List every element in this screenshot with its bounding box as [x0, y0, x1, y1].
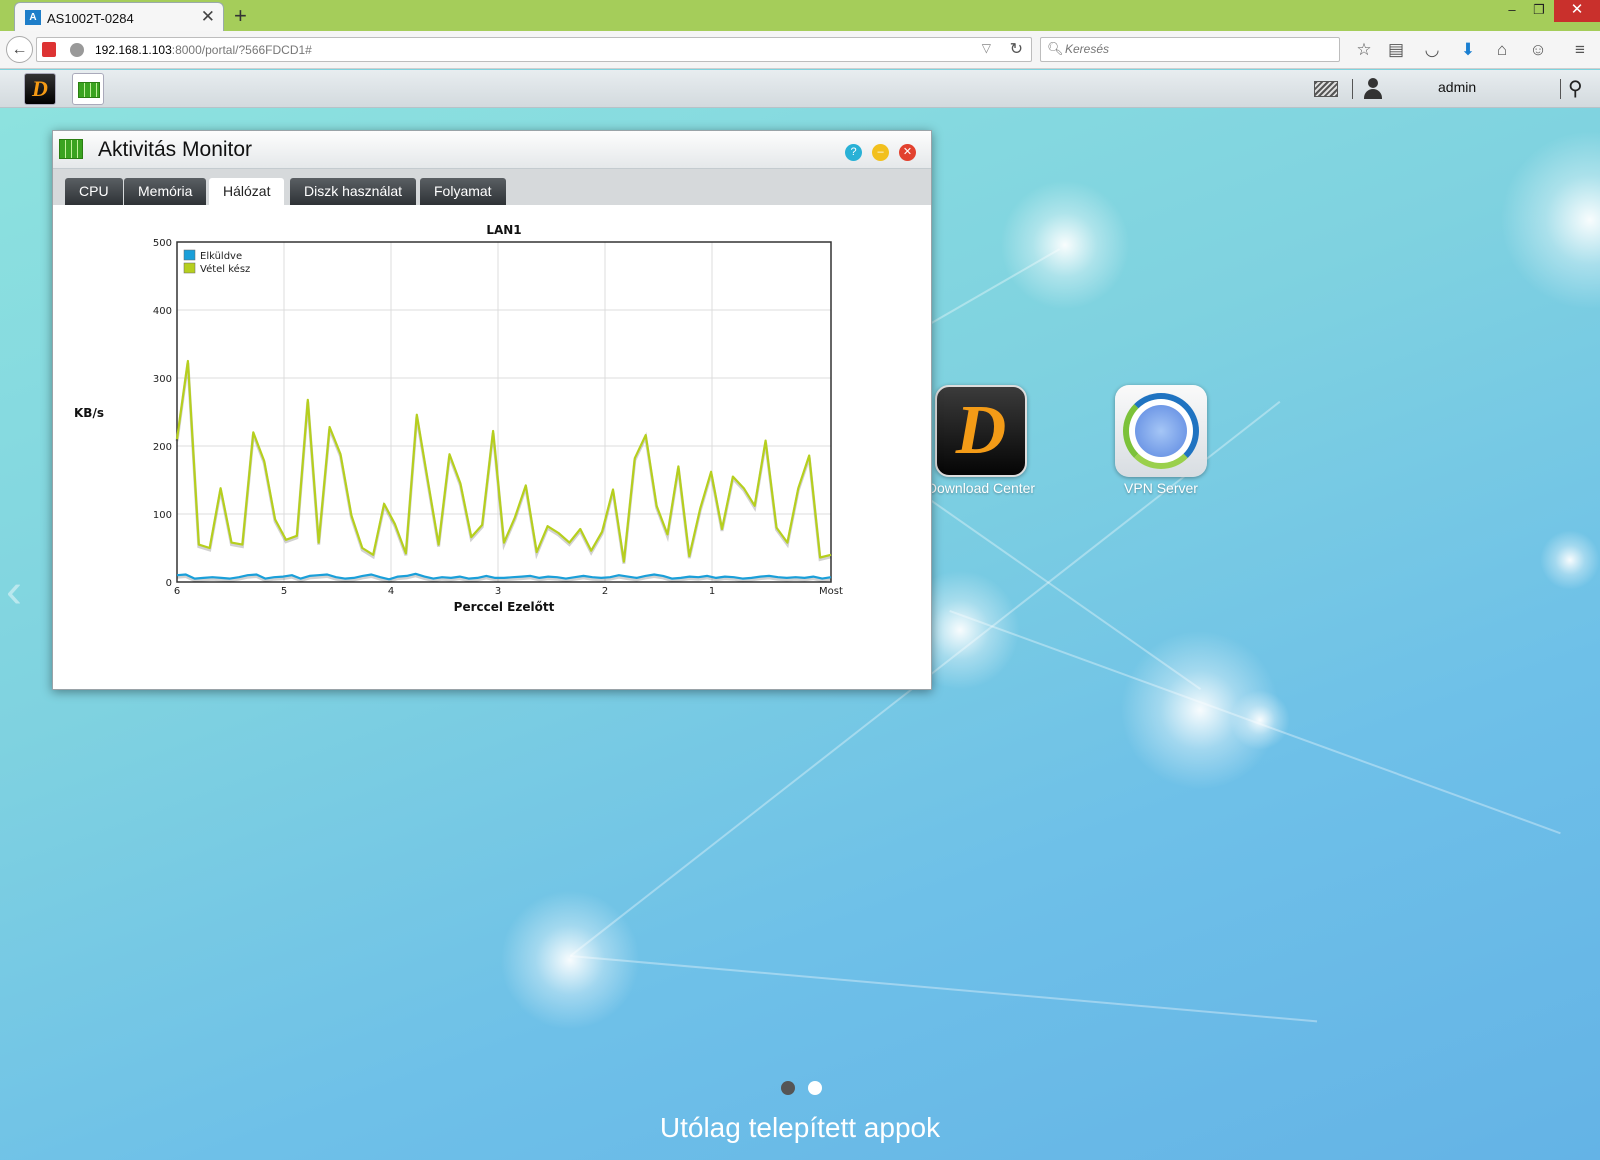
menu-icon[interactable]: ≡ — [1568, 38, 1592, 62]
tab-title: AS1002T-0284 — [47, 11, 134, 26]
back-button[interactable]: ← — [6, 36, 33, 63]
background-glow — [1540, 530, 1600, 590]
search-icon: 🔍︎ — [1047, 41, 1064, 56]
minimize-icon[interactable]: – — [872, 144, 889, 161]
x-tick-label: 5 — [281, 586, 287, 597]
network-chart-svg: LAN1 KB/s Perccel Ezelőtt 0 100 200 300 400 5… — [74, 223, 843, 614]
y-axis-label: KB/s — [74, 406, 104, 420]
x-axis-label: Perccel Ezelőtt — [454, 600, 555, 614]
tab-cpu[interactable]: CPU — [65, 178, 123, 205]
page-indicator-1[interactable] — [781, 1081, 795, 1095]
taskbar-download-center-icon[interactable]: D — [24, 73, 56, 105]
x-tick-label: Most — [819, 586, 843, 597]
tab-process[interactable]: Folyamat — [420, 178, 506, 205]
search-input[interactable] — [1065, 42, 1325, 56]
divider — [1560, 79, 1561, 99]
url-path: :8000/portal/?566FDCD1# — [171, 43, 312, 57]
tab-memory[interactable]: Memória — [124, 178, 207, 205]
desktop-page-title: Utólag telepített appok — [659, 1112, 941, 1143]
y-tick-label: 0 — [166, 578, 172, 589]
divider — [1352, 79, 1353, 99]
window-restore-button[interactable]: ❐ — [1523, 0, 1555, 22]
window-close-button[interactable]: ✕ — [1554, 0, 1600, 22]
x-tick-label: 3 — [495, 586, 501, 597]
monitor-tabs: CPU Memória Hálózat Diszk használat Foly… — [53, 169, 931, 205]
browser-tabbar: A AS1002T-0284 ✕ + ‒ ❐ ✕ — [0, 0, 1600, 32]
activity-monitor-icon — [59, 139, 83, 159]
legend-label: Elküldve — [200, 251, 242, 262]
site-info-icon[interactable] — [70, 43, 84, 57]
nas-taskbar: D admin ⚲ — [0, 70, 1600, 108]
home-icon[interactable]: ⌂ — [1490, 38, 1514, 62]
legend-label: Vétel kész — [200, 263, 250, 275]
chart-title: LAN1 — [486, 223, 521, 237]
x-tick-label: 6 — [174, 586, 180, 597]
download-icon[interactable]: ⬇ — [1456, 38, 1480, 62]
legend-swatch — [183, 249, 196, 261]
legend-swatch — [183, 262, 196, 274]
y-tick-label: 400 — [153, 306, 172, 317]
user-icon[interactable] — [1362, 78, 1384, 100]
download-center-icon[interactable]: D — [935, 385, 1027, 477]
window-title: Aktivitás Monitor — [98, 138, 253, 161]
browser-navbar: ← 192.168.1.103:8000/portal/?566FDCD1# ▽… — [0, 31, 1600, 69]
search-icon[interactable]: ⚲ — [1568, 76, 1583, 101]
new-tab-button[interactable]: + — [234, 3, 247, 29]
y-tick-label: 200 — [153, 442, 172, 453]
chat-icon[interactable]: ☺ — [1526, 38, 1550, 62]
history-dropdown-icon[interactable]: ▽ — [982, 41, 991, 55]
y-tick-label: 300 — [153, 374, 172, 385]
plot-area: 0 100 200 300 400 500 6 5 4 3 2 1 Most ElküldveVétel … — [153, 238, 843, 597]
reload-icon[interactable]: ↻ — [1010, 39, 1023, 59]
url-host: 192.168.1.103 — [95, 43, 172, 57]
page-indicator-2[interactable] — [808, 1081, 822, 1095]
background-glow — [1000, 180, 1130, 310]
reading-list-icon[interactable]: ▤ — [1384, 38, 1408, 62]
background-ray — [569, 955, 1318, 1023]
pocket-icon[interactable]: ◡ — [1420, 38, 1444, 62]
background-glow — [1230, 690, 1290, 750]
download-center-label[interactable]: Download Center — [911, 480, 1051, 496]
y-tick-label: 100 — [153, 510, 172, 521]
window-titlebar[interactable]: Aktivitás Monitor ? – ✕ — [53, 131, 931, 169]
previous-page-icon[interactable]: ‹ — [6, 564, 22, 619]
username-label[interactable]: admin — [1438, 79, 1476, 95]
x-tick-label: 4 — [388, 586, 394, 597]
tab-close-icon[interactable]: ✕ — [201, 7, 215, 27]
activity-monitor-window: Aktivitás Monitor ? – ✕ CPU Memória Háló… — [52, 130, 932, 690]
bookmark-star-icon[interactable]: ☆ — [1352, 38, 1376, 62]
y-tick-label: 500 — [153, 238, 172, 249]
keyboard-icon[interactable] — [1314, 81, 1338, 97]
address-bar[interactable]: 192.168.1.103:8000/portal/?566FDCD1# ▽ ↻ — [36, 37, 1032, 62]
background-glow — [500, 890, 640, 1030]
site-security-icon[interactable] — [42, 42, 56, 57]
network-chart: LAN1 KB/s Perccel Ezelőtt 0 100 200 300 400 5… — [53, 205, 931, 689]
asustor-favicon-icon: A — [25, 10, 41, 25]
series-line-received — [175, 359, 832, 563]
search-box[interactable]: 🔍︎ — [1040, 37, 1340, 62]
tab-network[interactable]: Hálózat — [209, 178, 285, 205]
vpn-server-label[interactable]: VPN Server — [1091, 480, 1231, 496]
url-text: 192.168.1.103:8000/portal/?566FDCD1# — [95, 43, 312, 57]
vpn-server-icon[interactable] — [1115, 385, 1207, 477]
x-tick-label: 2 — [602, 586, 608, 597]
close-icon[interactable]: ✕ — [899, 144, 916, 161]
browser-tab[interactable]: A AS1002T-0284 ✕ — [14, 2, 224, 32]
background-glow — [1500, 130, 1600, 310]
x-tick-label: 1 — [709, 586, 715, 597]
taskbar-activity-monitor-icon[interactable] — [72, 73, 104, 105]
tab-disk-usage[interactable]: Diszk használat — [290, 178, 417, 205]
help-icon[interactable]: ? — [845, 144, 862, 161]
